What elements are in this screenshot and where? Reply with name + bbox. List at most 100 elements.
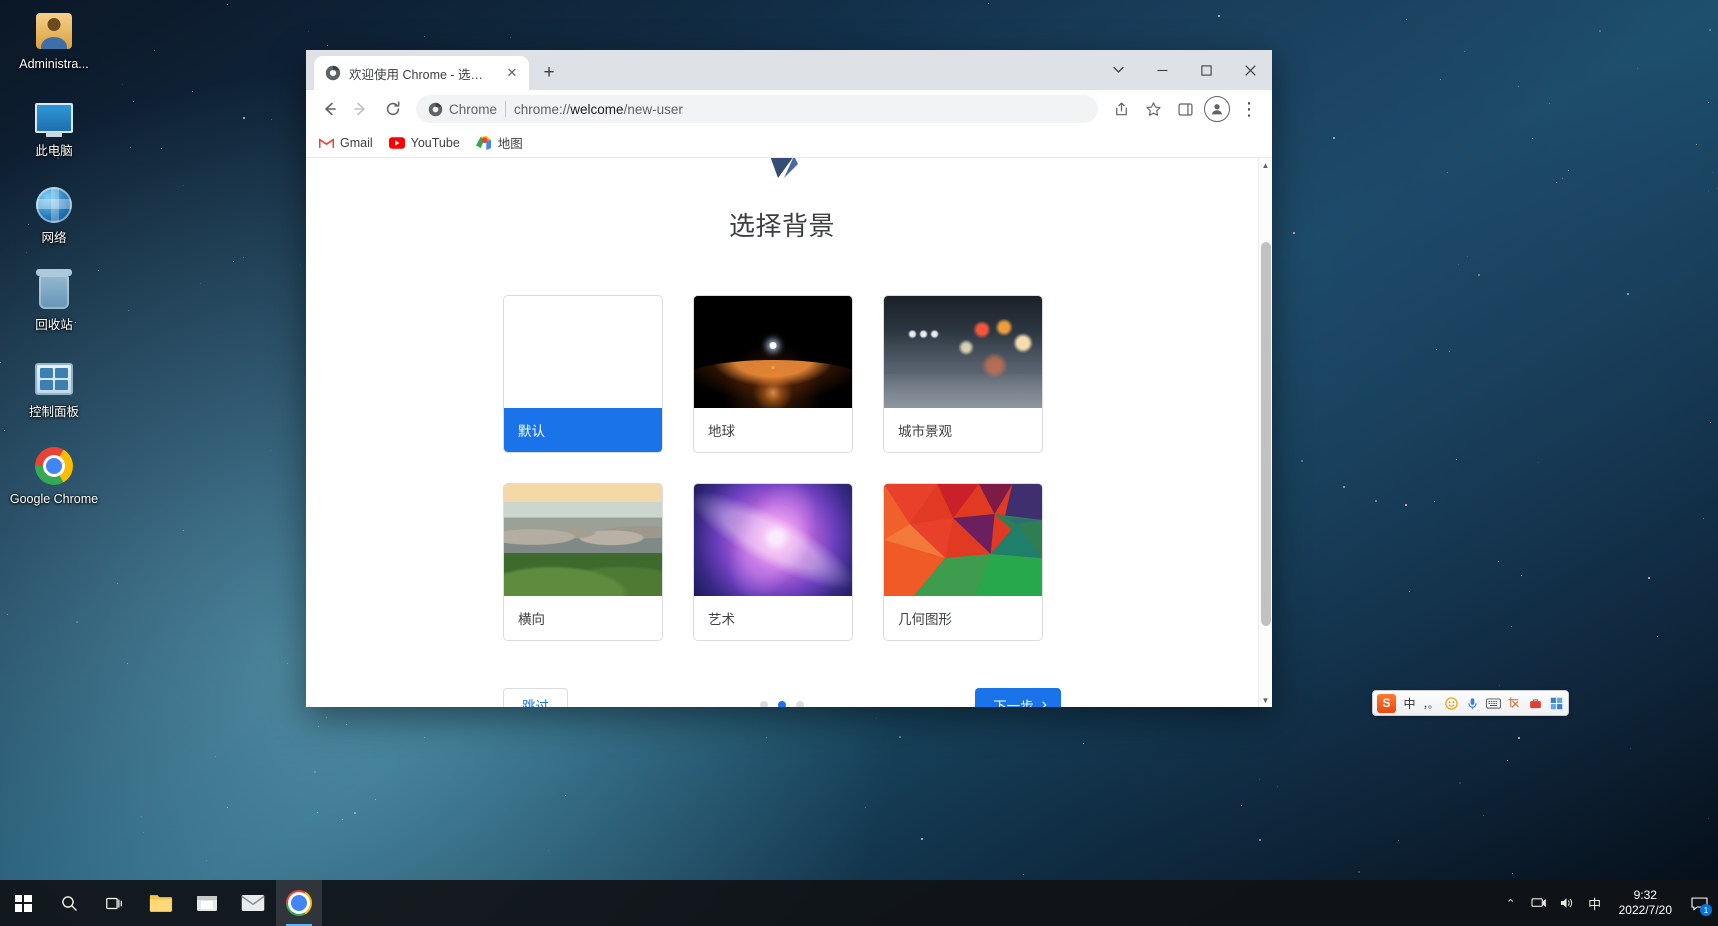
forward-button[interactable] — [346, 94, 376, 124]
desktop-icon-control-panel[interactable]: 控制面板 — [8, 358, 100, 419]
bookmark-youtube[interactable]: YouTube — [388, 135, 460, 151]
clock-time: 9:32 — [1633, 888, 1657, 902]
notification-badge-count: 1 — [1700, 904, 1712, 916]
desktop-icon-administrator[interactable]: Administra... — [8, 10, 100, 71]
start-button-icon[interactable] — [0, 880, 46, 926]
scroll-down-arrow-icon[interactable]: ▼ — [1259, 693, 1272, 707]
window-maximize-icon[interactable] — [1184, 50, 1228, 90]
taskbar-app-microsoft-store[interactable] — [184, 880, 230, 926]
background-card-label: 几何图形 — [898, 612, 952, 627]
ime-voice-input-icon[interactable] — [1465, 693, 1480, 713]
background-card-earth[interactable]: 地球 — [693, 295, 853, 453]
background-card-landscape[interactable]: 横向 — [503, 483, 663, 641]
desktop-icon-label: Google Chrome — [9, 492, 99, 506]
background-card-cityscape[interactable]: 城市景观 — [883, 295, 1043, 453]
maps-icon — [476, 135, 492, 151]
taskbar-left-group — [0, 880, 322, 926]
ime-panel-icon[interactable] — [1549, 693, 1564, 713]
tab-title: 欢迎使用 Chrome - 选择背景 — [349, 67, 495, 82]
tab-search-chevron-down-icon[interactable] — [1096, 50, 1140, 90]
scrollbar-thumb[interactable] — [1261, 242, 1271, 626]
tab-strip: 欢迎使用 Chrome - 选择背景 ✕ + — [306, 56, 563, 90]
background-card-grid: 默认 地球 城市景观 横向 艺术 几何图形 — [503, 295, 1061, 641]
bookmarks-bar: Gmail YouTube 地图 — [306, 128, 1272, 158]
omnibox-chrome-chip: Chrome — [428, 102, 497, 117]
taskbar-app-file-explorer[interactable] — [138, 880, 184, 926]
bookmark-label: YouTube — [410, 135, 460, 150]
bookmark-label: Gmail — [340, 135, 373, 150]
background-thumbnail-cityscape — [884, 296, 1042, 408]
ime-screenshot-icon[interactable] — [1507, 693, 1522, 713]
desktop-icon-label: 此电脑 — [35, 144, 73, 158]
profile-icon[interactable] — [1202, 94, 1232, 124]
step-dot-1[interactable] — [760, 701, 768, 707]
desktop-icon-label: 控制面板 — [28, 405, 79, 419]
background-card-geometric[interactable]: 几何图形 — [883, 483, 1043, 641]
chevron-right-icon: › — [1041, 696, 1047, 707]
window-minimize-icon[interactable] — [1140, 50, 1184, 90]
scroll-up-arrow-icon[interactable]: ▲ — [1259, 158, 1272, 172]
ime-punctuation-toggle[interactable]: ，。 — [1423, 693, 1438, 713]
background-card-label: 默认 — [504, 408, 662, 452]
next-button[interactable]: 下一步 › — [975, 688, 1061, 707]
taskbar-app-google-chrome[interactable] — [276, 880, 322, 926]
ime-toolbox-icon[interactable] — [1528, 693, 1543, 713]
control-panel-icon — [33, 358, 75, 400]
tab-close-icon[interactable]: ✕ — [503, 64, 521, 82]
browser-menu-icon[interactable]: ⋮ — [1234, 94, 1264, 124]
bookmark-star-icon[interactable] — [1138, 94, 1168, 124]
notification-center-icon[interactable]: 1 — [1686, 890, 1712, 916]
share-icon[interactable] — [1106, 94, 1136, 124]
windows-taskbar: ⌃ 中 9:32 2022/7/20 1 — [0, 880, 1718, 926]
desktop-icon-google-chrome[interactable]: Google Chrome — [8, 445, 100, 506]
background-card-art[interactable]: 艺术 — [693, 483, 853, 641]
bookmark-label: 地图 — [497, 137, 523, 151]
background-card-label: 横向 — [518, 612, 545, 627]
desktop-icon-list: Administra... 此电脑 网络 回收站 控制面板 Google Chr… — [0, 0, 110, 532]
desktop-icon-label: Administra... — [19, 57, 89, 71]
reload-button[interactable] — [378, 94, 408, 124]
back-button[interactable] — [314, 94, 344, 124]
omnibox-separator — [505, 101, 507, 117]
tray-ime-language-indicator[interactable]: 中 — [1585, 894, 1605, 913]
step-dot-3[interactable] — [796, 701, 804, 707]
chrome-icon — [33, 445, 75, 487]
chrome-favicon-icon — [325, 65, 341, 81]
desktop-icon-recycle-bin[interactable]: 回收站 — [8, 269, 100, 332]
ime-keyboard-icon[interactable] — [1486, 693, 1501, 713]
address-bar[interactable]: Chrome chrome://welcome/new-user — [416, 95, 1098, 123]
browser-tab[interactable]: 欢迎使用 Chrome - 选择背景 ✕ — [314, 56, 529, 90]
skip-button[interactable]: 跳过 — [503, 688, 568, 707]
new-tab-button[interactable]: + — [535, 59, 563, 87]
browser-titlebar: 欢迎使用 Chrome - 选择背景 ✕ + — [306, 50, 1272, 90]
recycle-bin-icon — [33, 269, 75, 313]
side-panel-icon[interactable] — [1170, 94, 1200, 124]
desktop-icon-network[interactable]: 网络 — [8, 184, 100, 245]
taskbar-app-mail[interactable] — [230, 880, 276, 926]
this-pc-icon — [33, 97, 75, 139]
chrome-welcome-logo — [306, 158, 1258, 180]
taskbar-clock[interactable]: 9:32 2022/7/20 — [1613, 888, 1678, 918]
bookmark-maps[interactable]: 地图 — [476, 133, 523, 152]
background-card-default[interactable]: 默认 — [503, 295, 663, 453]
taskbar-search-icon[interactable] — [46, 880, 92, 926]
window-controls — [1096, 50, 1272, 90]
task-view-icon[interactable] — [92, 880, 138, 926]
ime-chinese-mode-toggle[interactable]: 中 — [1402, 693, 1417, 713]
network-tray-icon[interactable] — [1529, 896, 1549, 910]
system-tray: ⌃ 中 9:32 2022/7/20 1 — [1501, 880, 1718, 926]
bookmark-gmail[interactable]: Gmail — [318, 135, 373, 151]
background-card-label: 城市景观 — [898, 424, 952, 439]
tray-overflow-chevron-up-icon[interactable]: ⌃ — [1501, 897, 1521, 910]
page-viewport: 选择背景 默认 地球 城市景观 横向 艺术 几何图形 跳过 下一步 › ▲ ▼ — [306, 158, 1272, 707]
clock-date: 2022/7/20 — [1618, 903, 1672, 917]
window-close-icon[interactable] — [1228, 50, 1272, 90]
background-card-label: 地球 — [708, 424, 735, 439]
page-scrollbar[interactable]: ▲ ▼ — [1258, 158, 1272, 707]
sogou-ime-logo-icon[interactable]: S — [1377, 693, 1396, 713]
user-account-icon — [33, 10, 75, 52]
volume-icon[interactable] — [1557, 896, 1577, 910]
desktop-icon-this-pc[interactable]: 此电脑 — [8, 97, 100, 158]
ime-emoji-icon[interactable] — [1444, 693, 1459, 713]
step-dot-2[interactable] — [778, 701, 786, 707]
